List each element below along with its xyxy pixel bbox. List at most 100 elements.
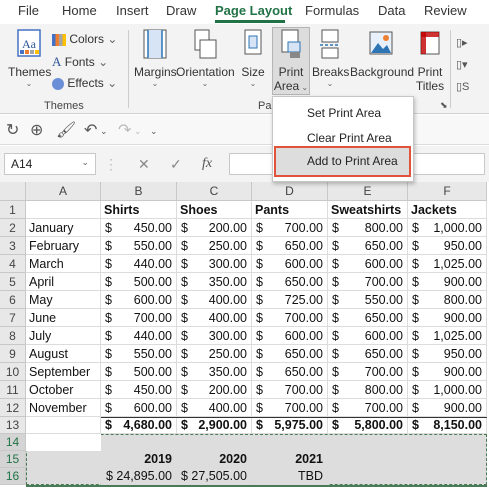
tab-file[interactable]: File (18, 3, 39, 18)
value-cell[interactable]: $900.00 (408, 309, 487, 327)
zoom-icon[interactable]: ⊕ (30, 120, 43, 140)
fonts-button[interactable]: A Fonts ⌄ (52, 54, 108, 70)
row-header-13[interactable]: 13 (0, 417, 26, 434)
year-header-cell[interactable]: 2019 (101, 451, 177, 468)
value-cell[interactable]: $1,025.00 (408, 255, 487, 273)
more-icon[interactable]: ⌄ (150, 126, 158, 137)
value-cell[interactable]: $600.00 (328, 255, 408, 273)
column-label-cell[interactable]: Pants (252, 201, 328, 219)
row-header-6[interactable]: 6 (0, 291, 26, 309)
value-cell[interactable]: $440.00 (101, 255, 177, 273)
value-cell[interactable]: $900.00 (408, 399, 487, 417)
value-cell[interactable]: $700.00 (328, 273, 408, 291)
value-cell[interactable]: $1,025.00 (408, 327, 487, 345)
month-cell[interactable]: July (26, 327, 101, 345)
value-cell[interactable]: $200.00 (177, 219, 252, 237)
tab-insert[interactable]: Insert (116, 3, 149, 18)
column-header-d[interactable]: D (252, 182, 328, 201)
year-header-cell[interactable]: 2020 (177, 451, 252, 468)
row-header-5[interactable]: 5 (0, 273, 26, 291)
column-header-a[interactable]: A (26, 182, 101, 201)
value-cell[interactable]: $600.00 (252, 255, 328, 273)
format-painter-icon[interactable]: 🖌 (56, 120, 76, 140)
active-cell-a14[interactable] (26, 434, 101, 451)
value-cell[interactable]: $650.00 (252, 363, 328, 381)
value-cell[interactable]: $650.00 (328, 309, 408, 327)
month-cell[interactable]: June (26, 309, 101, 327)
column-header-b[interactable]: B (101, 182, 177, 201)
column-label-cell[interactable]: Shirts (101, 201, 177, 219)
value-cell[interactable]: $700.00 (252, 309, 328, 327)
row-header-3[interactable]: 3 (0, 237, 26, 255)
year-header-cell[interactable]: 2021 (252, 451, 328, 468)
value-cell[interactable]: $950.00 (408, 345, 487, 363)
size-button[interactable]: Size ⌄ (238, 28, 268, 88)
set-print-area-item[interactable]: Set Print Area (307, 106, 381, 120)
row-header-4[interactable]: 4 (0, 255, 26, 273)
effects-button[interactable]: Effects ⌄ (52, 76, 117, 90)
value-cell[interactable]: $400.00 (177, 291, 252, 309)
row-header-1[interactable]: 1 (0, 201, 26, 219)
clear-print-area-item[interactable]: Clear Print Area (307, 131, 392, 145)
value-cell[interactable]: $600.00 (328, 327, 408, 345)
value-cell[interactable]: $350.00 (177, 273, 252, 291)
value-cell[interactable]: $440.00 (101, 327, 177, 345)
value-cell[interactable]: $450.00 (101, 381, 177, 399)
background-button[interactable]: Background (350, 28, 414, 79)
value-cell[interactable]: $700.00 (252, 381, 328, 399)
tab-page-layout[interactable]: Page Layout (215, 3, 292, 18)
month-cell[interactable]: March (26, 255, 101, 273)
value-cell[interactable]: $650.00 (252, 345, 328, 363)
value-cell[interactable]: $600.00 (101, 399, 177, 417)
value-cell[interactable]: $550.00 (328, 291, 408, 309)
total-label-cell[interactable] (26, 417, 101, 434)
value-cell[interactable]: $650.00 (252, 273, 328, 291)
name-box[interactable]: A14 ⌄ (4, 153, 96, 175)
value-cell[interactable]: $550.00 (101, 345, 177, 363)
row-header-10[interactable]: 10 (0, 363, 26, 381)
month-cell[interactable]: August (26, 345, 101, 363)
month-cell[interactable]: April (26, 273, 101, 291)
value-cell[interactable]: $600.00 (252, 327, 328, 345)
row-header-8[interactable]: 8 (0, 327, 26, 345)
column-header-e[interactable]: E (328, 182, 408, 201)
row-header-2[interactable]: 2 (0, 219, 26, 237)
value-cell[interactable]: $200.00 (177, 381, 252, 399)
value-cell[interactable]: $800.00 (328, 219, 408, 237)
year-total-cell[interactable]: $ 24,895.00 (101, 468, 177, 485)
scale-icon[interactable]: ▯S (456, 76, 469, 98)
undo-icon[interactable]: ↶ (84, 120, 97, 140)
total-cell[interactable]: $5,800.00 (328, 417, 408, 434)
month-cell[interactable]: May (26, 291, 101, 309)
column-label-cell[interactable]: Sweatshirts (328, 201, 408, 219)
column-header-f[interactable]: F (408, 182, 487, 201)
add-to-print-area-item[interactable]: Add to Print Area (274, 146, 411, 177)
value-cell[interactable]: $650.00 (328, 237, 408, 255)
column-header-c[interactable]: C (177, 182, 252, 201)
total-cell[interactable]: $5,975.00 (252, 417, 328, 434)
month-cell[interactable]: January (26, 219, 101, 237)
value-cell[interactable]: $250.00 (177, 345, 252, 363)
value-cell[interactable]: $400.00 (177, 399, 252, 417)
enter-icon[interactable]: ✓ (170, 156, 182, 173)
tab-formulas[interactable]: Formulas (305, 3, 359, 18)
value-cell[interactable]: $550.00 (101, 237, 177, 255)
row-header-15[interactable]: 15 (0, 451, 26, 468)
value-cell[interactable]: $650.00 (328, 345, 408, 363)
month-cell[interactable]: February (26, 237, 101, 255)
value-cell[interactable]: $350.00 (177, 363, 252, 381)
insert-function-icon[interactable]: fx (202, 156, 212, 172)
themes-button[interactable]: Aa Themes ⌄ (8, 28, 51, 88)
month-cell[interactable]: October (26, 381, 101, 399)
value-cell[interactable]: $900.00 (408, 363, 487, 381)
column-label-cell[interactable]: Shoes (177, 201, 252, 219)
value-cell[interactable]: $500.00 (101, 273, 177, 291)
select-all-corner[interactable] (0, 182, 26, 201)
tab-home[interactable]: Home (62, 3, 97, 18)
redo-icon[interactable]: ↷ (118, 120, 131, 140)
row-header-7[interactable]: 7 (0, 309, 26, 327)
value-cell[interactable]: $250.00 (177, 237, 252, 255)
row-header-11[interactable]: 11 (0, 381, 26, 399)
width-icon[interactable]: ▯▸ (456, 32, 469, 54)
value-cell[interactable]: $500.00 (101, 363, 177, 381)
